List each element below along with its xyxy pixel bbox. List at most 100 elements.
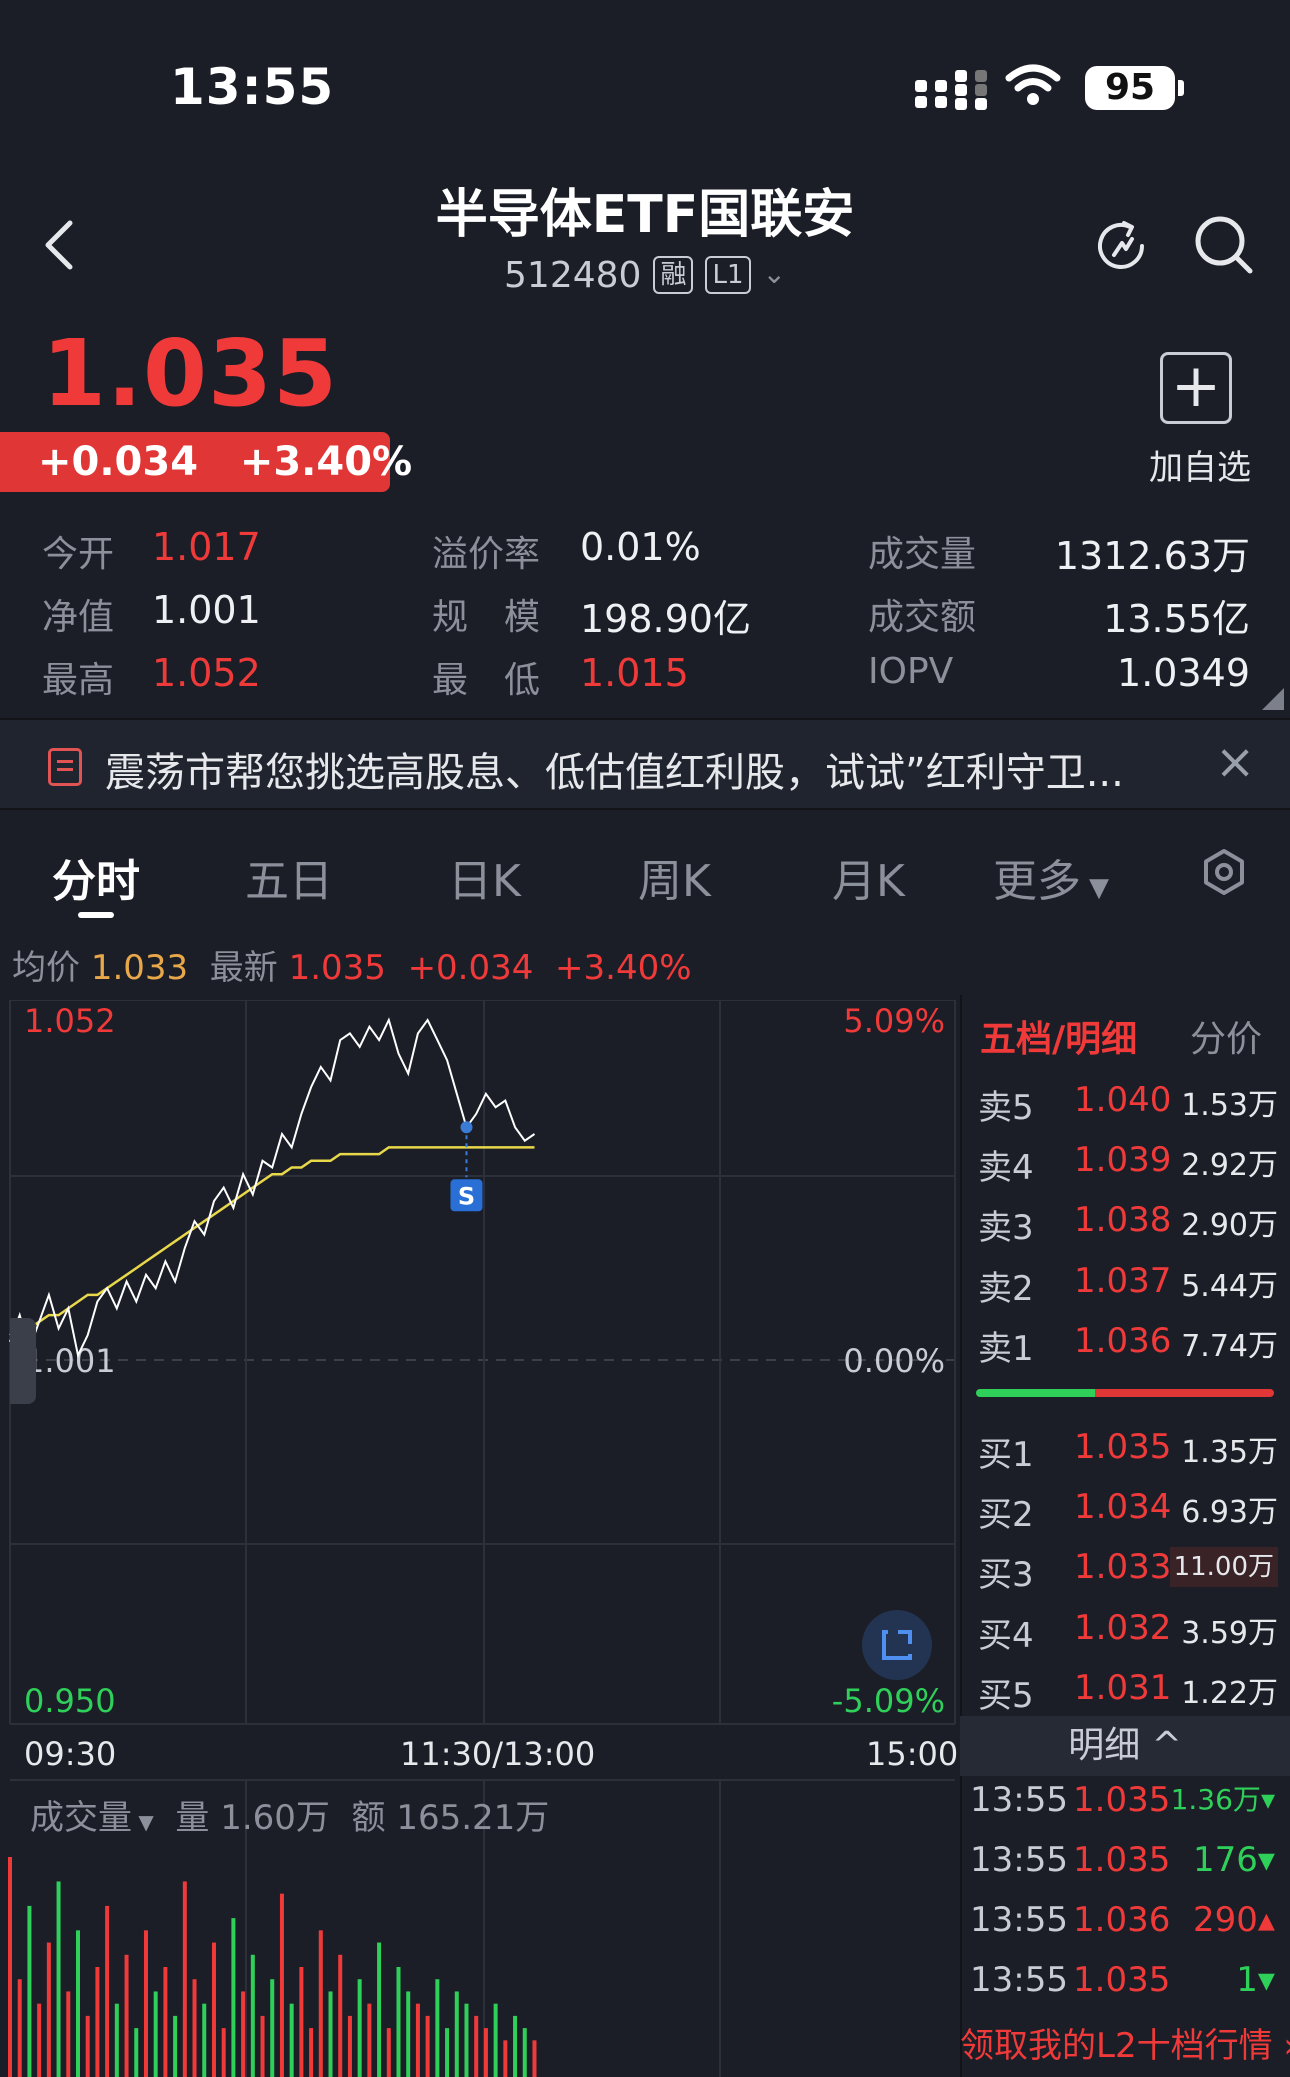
tab-daily-k[interactable]: 日K	[448, 845, 521, 909]
ask-volume: 7.74万	[1181, 1329, 1278, 1364]
volume-bar	[338, 1954, 343, 2077]
ask-label: 卖3	[978, 1208, 1034, 1248]
ask-row[interactable]: 卖3 1.038 2.90万	[978, 1200, 1278, 1250]
volume-bar	[124, 1954, 129, 2077]
y-left-tick-high: 1.052	[24, 1002, 116, 1040]
change-bar: +0.034 +3.40%	[0, 432, 412, 492]
promo-banner[interactable]: 震荡市帮您挑选高股息、低估值红利股，试试”红利守卫... ×	[0, 718, 1290, 810]
add-favorite-label[interactable]: 加自选	[1130, 440, 1270, 489]
avg-value: 1.033	[90, 948, 189, 988]
expand-corner-icon[interactable]	[1262, 688, 1284, 710]
y-right-tick-high: 5.09%	[843, 1002, 945, 1040]
detail-toggle[interactable]: 明细 ^	[960, 1716, 1290, 1776]
bid-volume: 1.22万	[1181, 1676, 1278, 1711]
volume-bar	[163, 1967, 168, 2077]
volume-bar	[211, 1942, 216, 2077]
l2-promo-link[interactable]: 领取我的L2十档行情 ›	[960, 2018, 1290, 2067]
stat-value-high: 1.052	[152, 651, 261, 695]
bid-volume: 11.00万	[1169, 1547, 1278, 1587]
chevron-down-icon[interactable]: ⌄	[763, 257, 786, 290]
fullscreen-icon[interactable]	[862, 1610, 932, 1680]
ask-row[interactable]: 卖1 1.036 7.74万	[978, 1321, 1278, 1371]
volume-bar	[105, 1905, 110, 2077]
bid-row[interactable]: 买1 1.035 1.35万	[978, 1427, 1278, 1477]
volume-bar	[192, 1979, 197, 2077]
settings-hexagon-icon[interactable]	[1200, 848, 1248, 896]
volume-info[interactable]: 成交量 ▼ 量 1.60万 额 165.21万	[30, 1790, 549, 1839]
bid-row[interactable]: 买5 1.031 1.22万	[978, 1668, 1278, 1718]
close-icon[interactable]: ×	[1215, 734, 1255, 790]
volume-bars	[8, 1857, 537, 2077]
volume-selector[interactable]: 成交量	[30, 1798, 132, 1838]
tab-more[interactable]: 更多 ▼	[993, 845, 1109, 909]
volume-bar	[46, 1942, 51, 2077]
stat-value-nav: 1.001	[152, 588, 261, 632]
amt-value: 165.21万	[396, 1798, 550, 1838]
add-favorite-button[interactable]: +	[1160, 352, 1232, 424]
banner-text[interactable]: 震荡市帮您挑选高股息、低估值红利股，试试”红利守卫...	[105, 740, 1124, 798]
stat-value-premium: 0.01%	[580, 525, 701, 569]
volume-bar	[66, 1991, 71, 2077]
tick-price: 1.036	[1073, 1900, 1171, 1940]
active-tab-indicator	[78, 912, 114, 918]
cellular-signal-icon	[915, 70, 987, 110]
tab-intraday[interactable]: 分时	[52, 845, 140, 909]
order-book-tab[interactable]: 五档/明细	[980, 1010, 1137, 1062]
bid-row[interactable]: 买3 1.033 11.00万	[978, 1547, 1278, 1597]
stat-value-iopv: 1.0349	[1117, 651, 1250, 695]
stat-label-premium: 溢价率	[432, 534, 541, 575]
ask-label: 卖4	[978, 1148, 1034, 1188]
x-tick-mid: 11:30/13:00	[400, 1735, 596, 1773]
ask-price: 1.040	[1074, 1080, 1172, 1120]
tab-five-day[interactable]: 五日	[245, 845, 333, 909]
price-distribution-tab[interactable]: 分价	[1190, 1010, 1262, 1062]
left-drawer-handle[interactable]	[10, 1318, 36, 1404]
ask-row[interactable]: 卖2 1.037 5.44万	[978, 1261, 1278, 1311]
tick-volume-value: 176	[1193, 1840, 1258, 1880]
refresh-icon[interactable]	[1090, 215, 1152, 277]
tick-time: 13:55	[970, 1960, 1068, 2000]
ask-row[interactable]: 卖5 1.040 1.53万	[978, 1080, 1278, 1130]
bid-row[interactable]: 买4 1.032 3.59万	[978, 1608, 1278, 1658]
sell-marker[interactable]: S	[450, 1121, 483, 1212]
volume-bar	[318, 1930, 323, 2077]
ask-row[interactable]: 卖4 1.039 2.92万	[978, 1140, 1278, 1190]
volume-bar	[493, 2003, 498, 2077]
trade-tick-row: 13:55 1.036 290▴	[970, 1900, 1275, 1950]
ask-price: 1.039	[1074, 1140, 1172, 1180]
trade-tick-row: 13:55 1.035 1▾	[970, 1960, 1275, 2010]
tick-volume-value: 1.36万	[1170, 1783, 1261, 1816]
volume-bar	[153, 1991, 158, 2077]
bid-row[interactable]: 买2 1.034 6.93万	[978, 1487, 1278, 1537]
bid-label: 买2	[978, 1495, 1034, 1535]
buy-sell-ratio-bar	[976, 1389, 1274, 1397]
intraday-chart[interactable]: 1.052 1.001 0.950 5.09% 0.00% -5.09% S	[0, 1000, 960, 2077]
x-tick-close: 15:00	[866, 1735, 959, 1773]
tab-weekly-k[interactable]: 周K	[638, 845, 711, 909]
tick-price: 1.035	[1073, 1960, 1171, 2000]
volume-bar	[202, 2003, 207, 2077]
tick-volume-value: 290	[1193, 1900, 1258, 1940]
ask-label: 卖5	[978, 1088, 1034, 1128]
volume-bar	[522, 2028, 527, 2077]
arrow-up-icon: ▴	[1257, 1900, 1275, 1940]
volume-bar	[328, 1991, 333, 2077]
arrow-down-icon: ▾	[1257, 1840, 1275, 1880]
volume-bar	[513, 2015, 518, 2077]
status-time: 13:55	[170, 58, 335, 116]
volume-bar	[454, 1991, 459, 2077]
volume-bar	[241, 1991, 246, 2077]
trade-tick-row: 13:55 1.035 176▾	[970, 1840, 1275, 1890]
volume-bar	[182, 1881, 187, 2077]
tick-volume: 176▾	[1193, 1840, 1275, 1880]
avg-label: 均价	[12, 948, 80, 988]
search-icon[interactable]	[1192, 213, 1256, 277]
price-change: +0.034	[38, 439, 199, 485]
y-right-tick-low: -5.09%	[832, 1682, 945, 1720]
stat-label-turnover: 成交额	[868, 597, 977, 638]
ask-price: 1.037	[1074, 1261, 1172, 1301]
tick-volume-value: 1	[1236, 1960, 1258, 2000]
tab-monthly-k[interactable]: 月K	[832, 845, 905, 909]
volume-bar	[85, 2015, 90, 2077]
volume-bar	[114, 2003, 119, 2077]
